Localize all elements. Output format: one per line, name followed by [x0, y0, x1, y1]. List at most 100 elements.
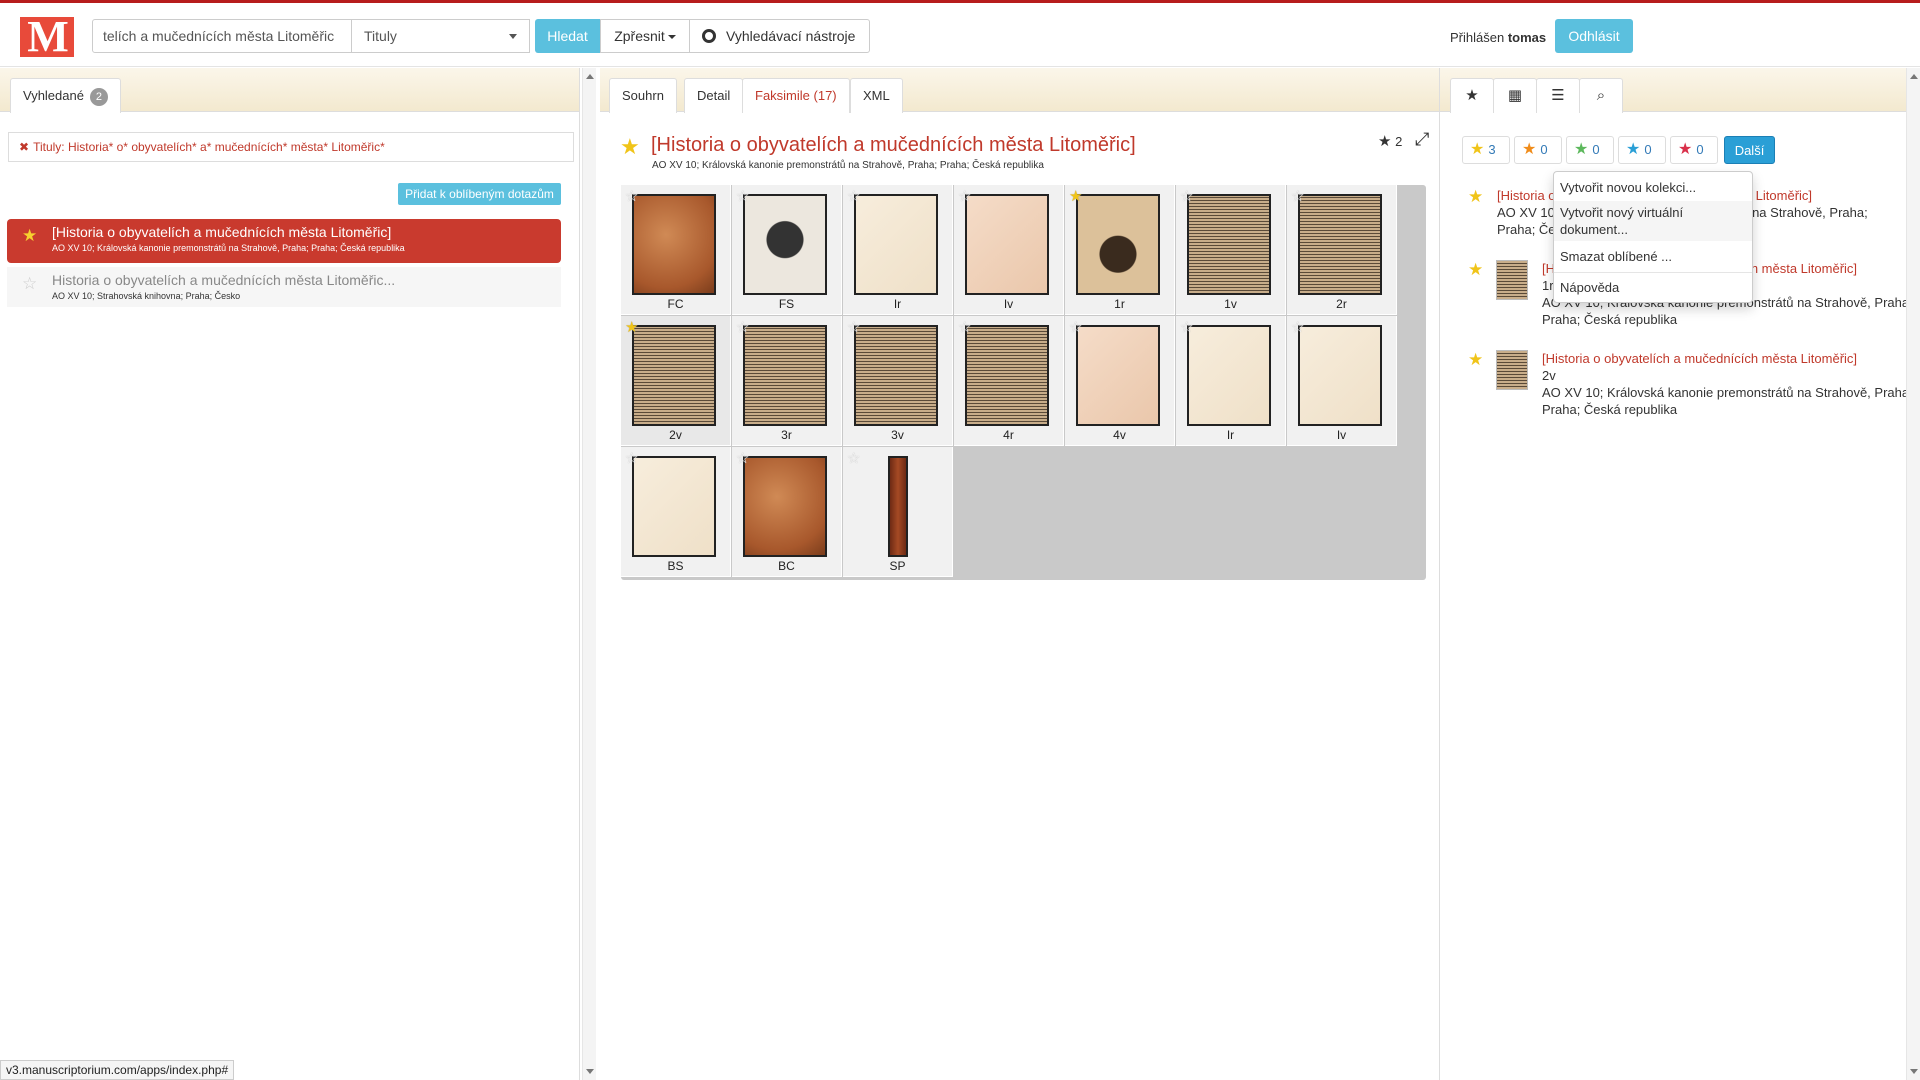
star-outline-icon[interactable]: ☆ — [1069, 318, 1082, 336]
favorite-entry[interactable]: ★ [Historia o obyvatelích a mučednících … — [1460, 350, 1913, 420]
star-outline-icon[interactable]: ☆ — [847, 318, 860, 336]
star-outline-icon[interactable]: ☆ — [1291, 318, 1304, 336]
result-item[interactable]: ☆ Historia o obyvatelích a mučednících m… — [7, 267, 561, 307]
favorite-entry-link[interactable]: [Historia o obyvatelích a mučednících mě… — [1542, 350, 1920, 367]
tab-list-icon[interactable]: ☰ — [1536, 78, 1580, 113]
facsimile-page[interactable]: ☆ FS — [732, 185, 842, 315]
counter-blue[interactable]: ★ 0 — [1618, 136, 1666, 164]
page-thumbnail[interactable] — [888, 456, 908, 557]
scroll-up-icon[interactable] — [1910, 74, 1918, 79]
result-item[interactable]: ★ [Historia o obyvatelích a mučednících … — [7, 219, 561, 263]
star-outline-icon[interactable]: ☆ — [22, 274, 37, 294]
tab-favorites-star-icon[interactable]: ★ — [1450, 78, 1494, 113]
tab-summary[interactable]: Souhrn — [609, 78, 677, 113]
menu-item-help[interactable]: Nápověda — [1554, 279, 1752, 296]
menu-item-new-virtual-document[interactable]: Vytvořit nový virtuální dokument... — [1554, 201, 1752, 241]
page-thumbnail[interactable] — [1076, 194, 1160, 295]
right-scrollbar[interactable] — [1906, 68, 1920, 1080]
page-thumbnail[interactable] — [1496, 260, 1528, 300]
expand-icon[interactable]: ⤢ — [1415, 129, 1429, 150]
refine-button[interactable]: Zpřesnit — [600, 19, 690, 53]
counter-yellow[interactable]: ★ 3 — [1462, 136, 1510, 164]
star-outline-icon[interactable]: ☆ — [1180, 318, 1193, 336]
page-thumbnail[interactable] — [632, 194, 716, 295]
facsimile-page[interactable]: ☆ 4v — [1065, 316, 1175, 446]
search-button[interactable]: Hledat — [535, 19, 600, 53]
page-thumbnail[interactable] — [743, 194, 827, 295]
scroll-down-icon[interactable] — [1910, 1069, 1918, 1074]
search-tools-button[interactable]: Vyhledávací nástroje — [689, 19, 870, 53]
star-outline-icon[interactable]: ☆ — [736, 449, 749, 467]
star-icon[interactable]: ★ — [1468, 187, 1483, 207]
star-outline-icon[interactable]: ☆ — [847, 449, 860, 467]
active-filter[interactable]: ✖ Tituly: Historia* o* obyvatelích* a* mu… — [8, 132, 574, 162]
facsimile-page[interactable]: ★ 2v — [621, 316, 731, 446]
counter-red[interactable]: ★ 0 — [1670, 136, 1718, 164]
facsimile-page[interactable]: ☆ Iv — [954, 185, 1064, 315]
next-button[interactable]: Další — [1724, 136, 1775, 164]
facsimile-page[interactable]: ☆ SP — [843, 447, 953, 577]
facsimile-page[interactable]: ☆ 2r — [1287, 185, 1397, 315]
facsimile-page[interactable]: ★ 1r — [1065, 185, 1175, 315]
facsimile-page[interactable]: ☆ 3r — [732, 316, 842, 446]
page-thumbnail[interactable] — [965, 325, 1049, 426]
page-thumbnail[interactable] — [743, 456, 827, 557]
facsimile-page[interactable]: ☆ 3v — [843, 316, 953, 446]
tab-search-icon[interactable]: ⌕ — [1579, 78, 1623, 113]
page-thumbnail[interactable] — [854, 194, 938, 295]
facsimile-page[interactable]: ☆ Ir — [843, 185, 953, 315]
left-scrollbar[interactable] — [582, 68, 596, 1080]
menu-item-new-collection[interactable]: Vytvořit novou kolekci... — [1554, 179, 1752, 196]
tab-facsimile[interactable]: Faksimile (17) — [742, 78, 850, 113]
page-thumbnail[interactable] — [1076, 325, 1160, 426]
star-icon[interactable]: ★ — [1069, 187, 1082, 205]
page-thumbnail[interactable] — [1298, 325, 1382, 426]
star-outline-icon[interactable]: ☆ — [958, 318, 971, 336]
star-outline-icon[interactable]: ☆ — [736, 318, 749, 336]
favorite-star-icon[interactable]: ★ — [620, 134, 640, 160]
search-field-select[interactable]: Tituly — [352, 19, 530, 53]
star-icon[interactable]: ★ — [1468, 260, 1483, 280]
counter-green[interactable]: ★ 0 — [1566, 136, 1614, 164]
counter-yellow-value: 3 — [1488, 142, 1496, 157]
tab-grid-icon[interactable]: ▦ — [1493, 78, 1537, 113]
scroll-up-icon[interactable] — [586, 74, 594, 79]
menu-item-delete-favorites[interactable]: Smazat oblíbené ... — [1554, 248, 1752, 265]
facsimile-page[interactable]: ☆ BC — [732, 447, 842, 577]
facsimile-page[interactable]: ☆ 1v — [1176, 185, 1286, 315]
page-thumbnail[interactable] — [1187, 325, 1271, 426]
add-favorite-query-button[interactable]: Přidat k oblíbeným dotazům — [398, 183, 561, 205]
star-outline-icon[interactable]: ☆ — [625, 449, 638, 467]
star-outline-icon[interactable]: ☆ — [847, 187, 860, 205]
page-thumbnail[interactable] — [743, 325, 827, 426]
search-input[interactable]: telích a mučednících města Litoměřic — [92, 19, 352, 53]
page-thumbnail[interactable] — [632, 456, 716, 557]
star-outline-icon[interactable]: ☆ — [958, 187, 971, 205]
page-thumbnail[interactable] — [965, 194, 1049, 295]
facsimile-page[interactable]: ☆ FC — [621, 185, 731, 315]
star-outline-icon[interactable]: ☆ — [736, 187, 749, 205]
page-thumbnail[interactable] — [854, 325, 938, 426]
scroll-down-icon[interactable] — [586, 1069, 594, 1074]
facsimile-page[interactable]: ☆ Iv — [1287, 316, 1397, 446]
star-icon[interactable]: ★ — [1468, 350, 1483, 370]
star-icon[interactable]: ★ — [625, 318, 638, 336]
page-thumbnail[interactable] — [632, 325, 716, 426]
page-thumbnail[interactable] — [1298, 194, 1382, 295]
tab-detail[interactable]: Detail — [684, 78, 744, 113]
page-thumbnail[interactable] — [1187, 194, 1271, 295]
tab-xml[interactable]: XML — [850, 78, 903, 113]
page-thumbnail[interactable] — [1496, 350, 1528, 390]
star-outline-icon[interactable]: ☆ — [625, 187, 638, 205]
logo[interactable]: M — [20, 15, 74, 59]
remove-filter-icon[interactable]: ✖ — [19, 140, 29, 154]
tab-found[interactable]: Vyhledané 2 — [10, 78, 121, 113]
star-icon[interactable]: ★ — [22, 226, 37, 246]
star-outline-icon[interactable]: ☆ — [1291, 187, 1304, 205]
logout-button[interactable]: Odhlásit — [1555, 19, 1633, 53]
facsimile-page[interactable]: ☆ 4r — [954, 316, 1064, 446]
counter-orange[interactable]: ★ 0 — [1514, 136, 1562, 164]
star-outline-icon[interactable]: ☆ — [1180, 187, 1193, 205]
facsimile-page[interactable]: ☆ Ir — [1176, 316, 1286, 446]
facsimile-page[interactable]: ☆ BS — [621, 447, 731, 577]
